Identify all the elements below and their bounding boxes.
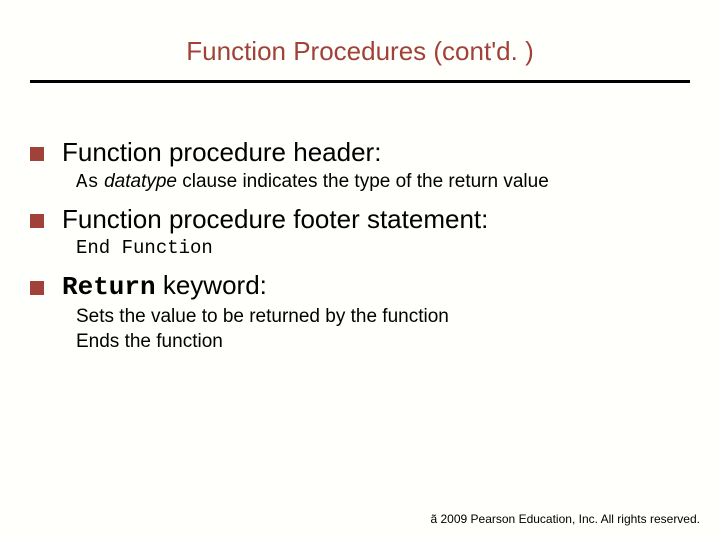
bullet-2: Function procedure footer statement: [30,205,690,235]
bullet-1-sub: As datatype clause indicates the type of… [76,170,690,195]
square-bullet-icon [30,214,44,228]
copyright-footer: ã 2009 Pearson Education, Inc. All right… [431,512,701,526]
slide: Function Procedures (cont'd. ) Function … [0,0,720,540]
square-bullet-icon [30,281,44,295]
bullet-3-text: Return keyword: [62,271,267,303]
bullet-3-sub2: Ends the function [76,330,690,355]
slide-body: Function procedure header: As datatype c… [30,138,690,364]
bullet-3-rest: keyword: [156,270,267,300]
slide-title: Function Procedures (cont'd. ) [30,36,690,67]
code-function: Function [110,237,213,259]
bullet-2-text: Function procedure footer statement: [62,205,488,235]
title-rule [30,80,690,83]
title-area: Function Procedures (cont'd. ) [30,36,690,67]
code-datatype: datatype [99,171,177,192]
bullet-1-sub-rest: clause indicates the type of the return … [177,171,549,192]
code-end: End [76,237,110,259]
square-bullet-icon [30,147,44,161]
code-return: Return [62,272,156,302]
code-as: As [76,171,99,193]
bullet-1: Function procedure header: [30,138,690,168]
bullet-2-sub: End Function [76,236,690,261]
bullet-3-sub1: Sets the value to be returned by the fun… [76,305,690,330]
bullet-1-text: Function procedure header: [62,138,381,168]
bullet-3: Return keyword: [30,271,690,303]
